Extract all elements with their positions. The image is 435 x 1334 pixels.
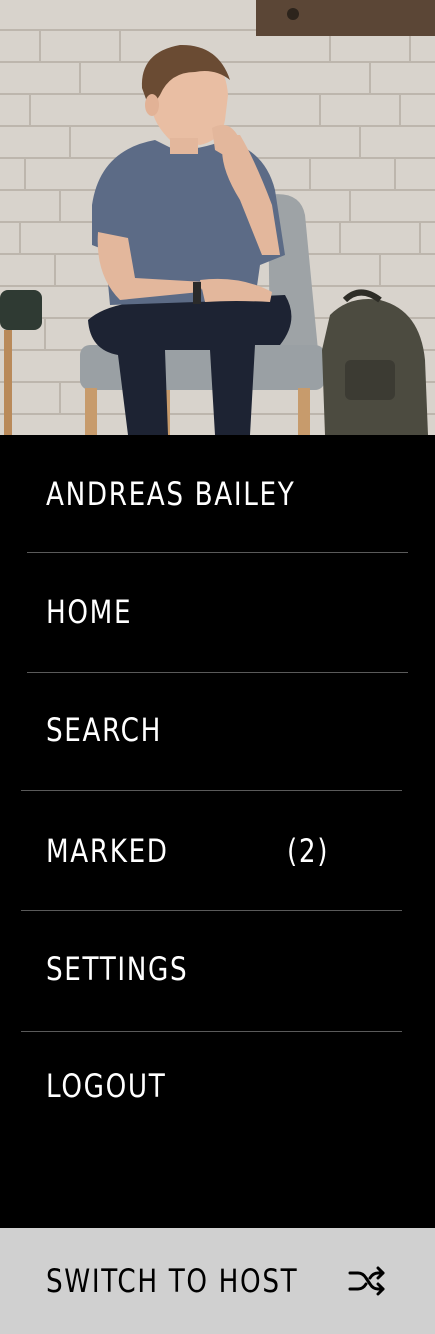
divider: [21, 790, 402, 791]
profile-name-label: ANDREAS BAILEY: [46, 475, 296, 513]
menu-item-home[interactable]: HOME: [0, 593, 435, 633]
switch-to-host-label: SWITCH TO HOST: [46, 1262, 299, 1300]
menu-item-home-label: HOME: [46, 593, 133, 631]
menu-item-logout-label: LOGOUT: [46, 1067, 167, 1105]
menu-item-logout[interactable]: LOGOUT: [0, 1067, 435, 1107]
menu-item-search-label: SEARCH: [46, 711, 163, 749]
menu-item-marked[interactable]: MARKED (2): [0, 832, 435, 872]
divider: [27, 552, 408, 553]
profile-name: ANDREAS BAILEY: [0, 475, 435, 515]
divider: [21, 910, 402, 911]
menu-item-marked-label: MARKED: [46, 832, 169, 870]
marked-count-badge: (2): [287, 832, 330, 870]
switch-to-host-button[interactable]: SWITCH TO HOST: [0, 1228, 435, 1334]
navigation-menu: ANDREAS BAILEY HOME SEARCH MARKED (2) SE…: [0, 435, 435, 1228]
menu-item-settings[interactable]: SETTINGS: [0, 950, 435, 990]
menu-item-search[interactable]: SEARCH: [0, 711, 435, 751]
divider: [21, 1031, 402, 1032]
shuffle-icon: [347, 1266, 387, 1296]
divider: [27, 672, 408, 673]
profile-photo: [0, 0, 435, 435]
menu-item-settings-label: SETTINGS: [46, 950, 189, 988]
